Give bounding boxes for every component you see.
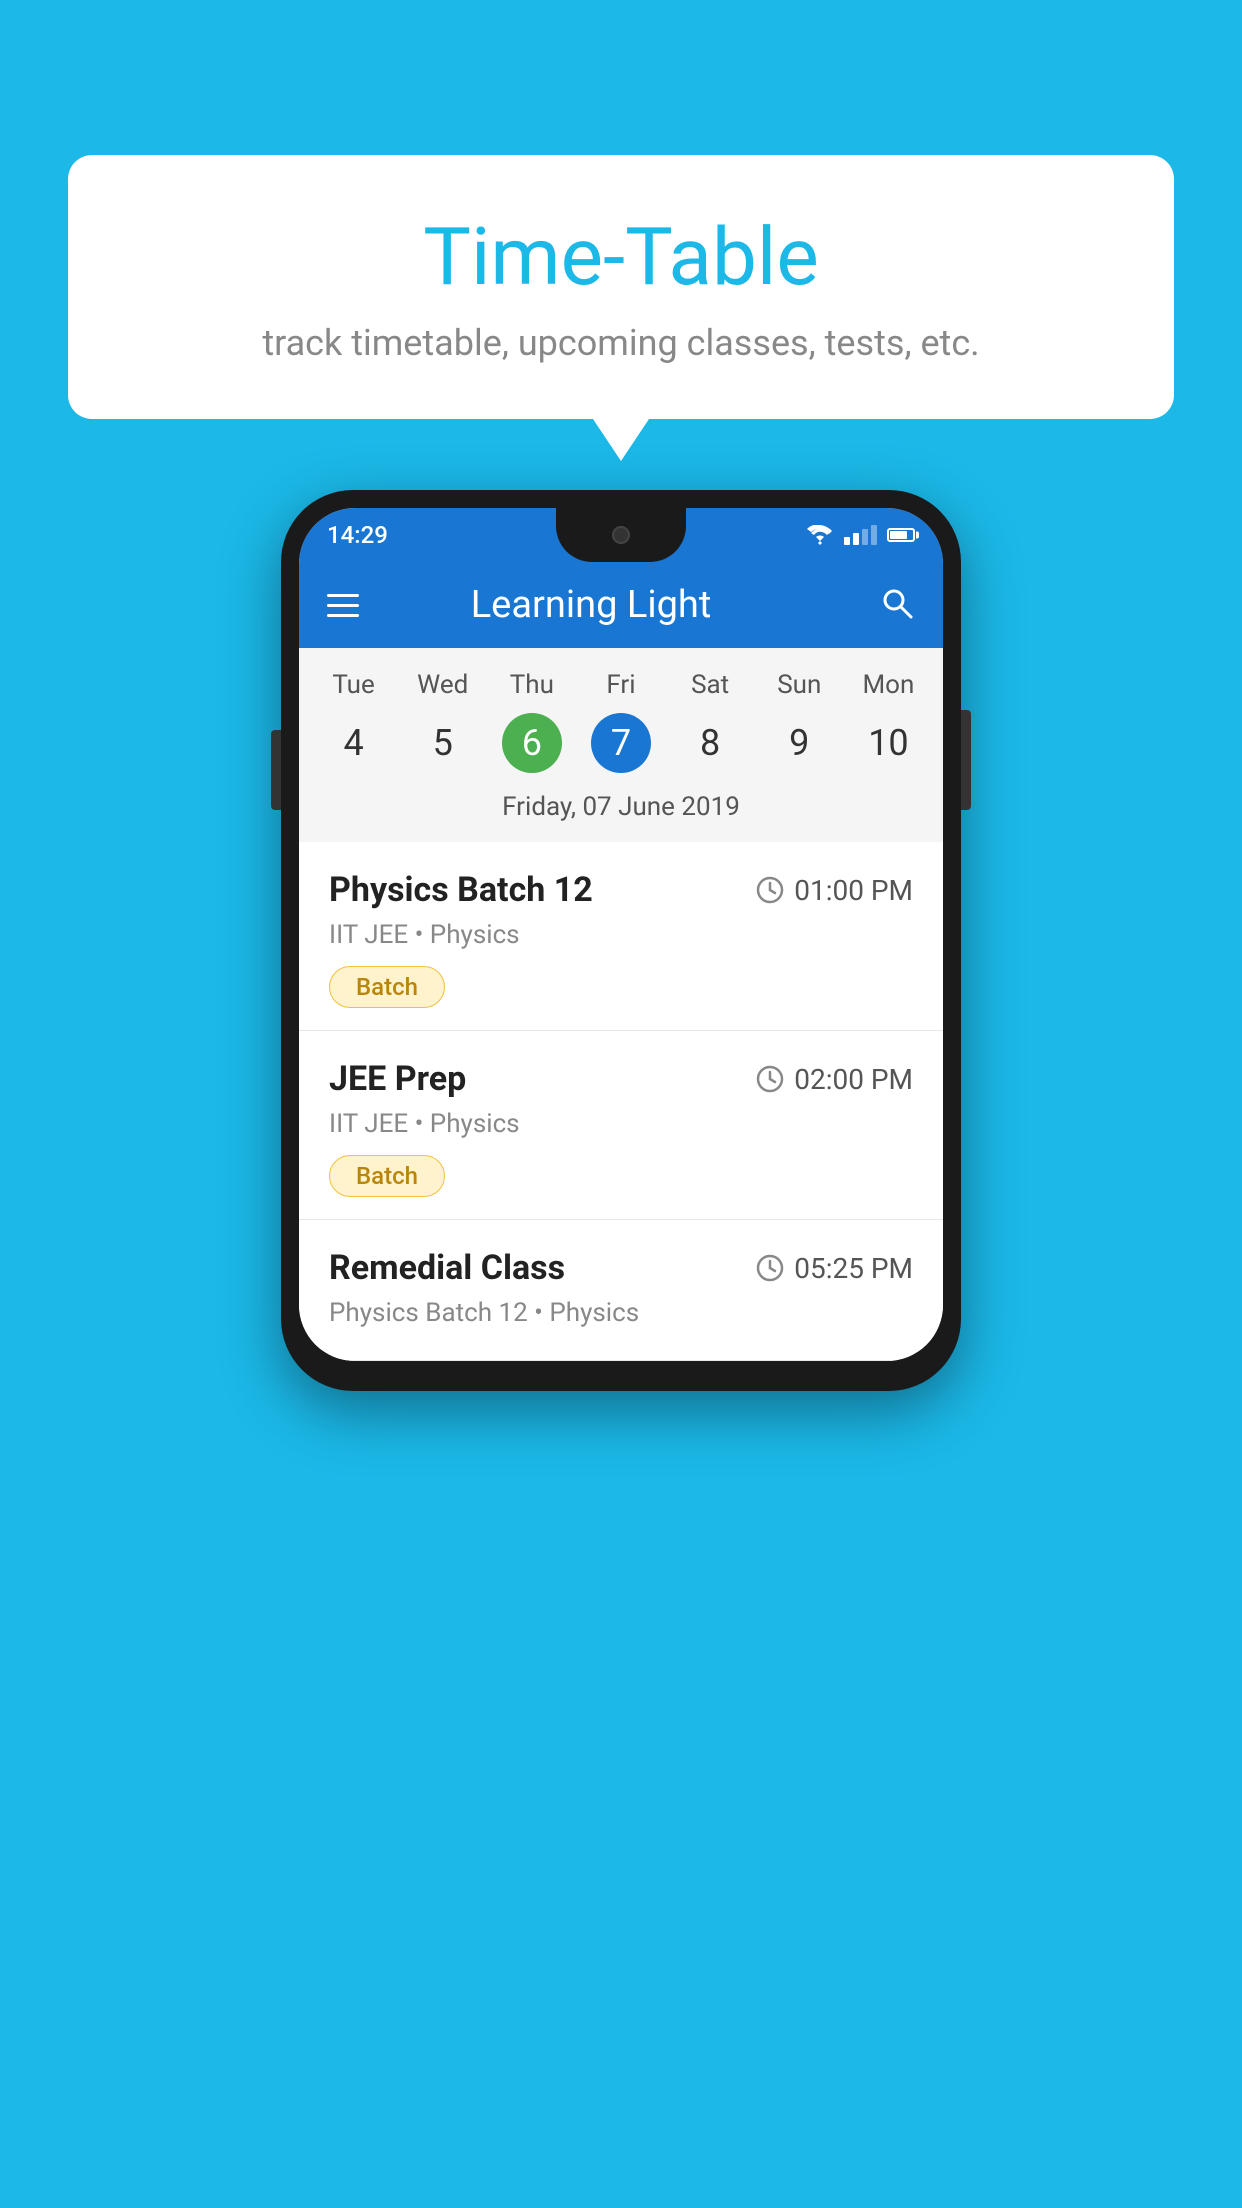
schedule-item-2-subtitle: IIT JEE • Physics [329,1109,913,1139]
day-header-thu: Thu [487,670,576,710]
schedule-item-2[interactable]: JEE Prep 02:00 PM IIT JEE • Physics Batc… [299,1031,943,1220]
app-bar: Learning Light [299,562,943,648]
clock-icon-2 [756,1065,784,1093]
day-header-sun: Sun [755,670,844,710]
speech-bubble-container: Time-Table track timetable, upcoming cla… [68,155,1174,419]
status-icons [806,525,915,545]
battery-icon [887,528,915,542]
phone-mockup: 14:29 [281,490,961,1391]
phone-frame: 14:29 [281,490,961,1391]
calendar-day-6[interactable]: 6 [487,710,576,776]
signal-icon [844,525,877,545]
schedule-item-1-subtitle: IIT JEE • Physics [329,920,913,950]
day-numbers: 4 5 6 7 8 9 10 [299,710,943,776]
status-time: 14:29 [327,521,388,549]
schedule-item-1[interactable]: Physics Batch 12 01:00 PM IIT JEE • Phys… [299,842,943,1031]
notch [556,508,686,562]
batch-badge-1: Batch [329,966,445,1008]
clock-icon [756,876,784,904]
calendar-day-5[interactable]: 5 [398,710,487,776]
app-title: Learning Light [327,583,855,627]
calendar-day-4[interactable]: 4 [309,710,398,776]
schedule-item-1-time: 01:00 PM [756,874,913,907]
search-icon[interactable] [879,585,915,625]
app-feature-subtitle: track timetable, upcoming classes, tests… [128,322,1114,364]
calendar-day-10[interactable]: 10 [844,710,933,776]
wifi-icon [806,525,834,545]
calendar-section: Tue Wed Thu Fri Sat Sun Mon 4 5 6 7 [299,648,943,842]
schedule-item-1-header: Physics Batch 12 01:00 PM [329,870,913,910]
day-header-wed: Wed [398,670,487,710]
clock-icon-3 [756,1254,784,1282]
status-bar: 14:29 [299,508,943,562]
phone-screen: 14:29 [299,508,943,1361]
schedule-item-3[interactable]: Remedial Class 05:25 PM Physics Batch 12… [299,1220,943,1361]
schedule-item-3-subtitle: Physics Batch 12 • Physics [329,1298,913,1328]
calendar-day-8[interactable]: 8 [666,710,755,776]
speech-bubble: Time-Table track timetable, upcoming cla… [68,155,1174,419]
schedule-item-1-title: Physics Batch 12 [329,870,593,910]
day-header-sat: Sat [666,670,755,710]
schedule-item-3-time: 05:25 PM [756,1252,913,1285]
calendar-day-9[interactable]: 9 [755,710,844,776]
day-header-mon: Mon [844,670,933,710]
schedule-item-3-title: Remedial Class [329,1248,565,1288]
selected-date-label: Friday, 07 June 2019 [299,776,943,842]
day-header-fri: Fri [576,670,665,710]
schedule-item-2-header: JEE Prep 02:00 PM [329,1059,913,1099]
batch-badge-2: Batch [329,1155,445,1197]
schedule-item-2-time: 02:00 PM [756,1063,913,1096]
calendar-day-7[interactable]: 7 [576,710,665,776]
schedule-item-2-title: JEE Prep [329,1059,466,1099]
day-header-tue: Tue [309,670,398,710]
schedule-item-3-header: Remedial Class 05:25 PM [329,1248,913,1288]
app-feature-title: Time-Table [128,210,1114,304]
day-headers: Tue Wed Thu Fri Sat Sun Mon [299,670,943,710]
schedule-list: Physics Batch 12 01:00 PM IIT JEE • Phys… [299,842,943,1361]
camera-cutout [612,526,630,544]
